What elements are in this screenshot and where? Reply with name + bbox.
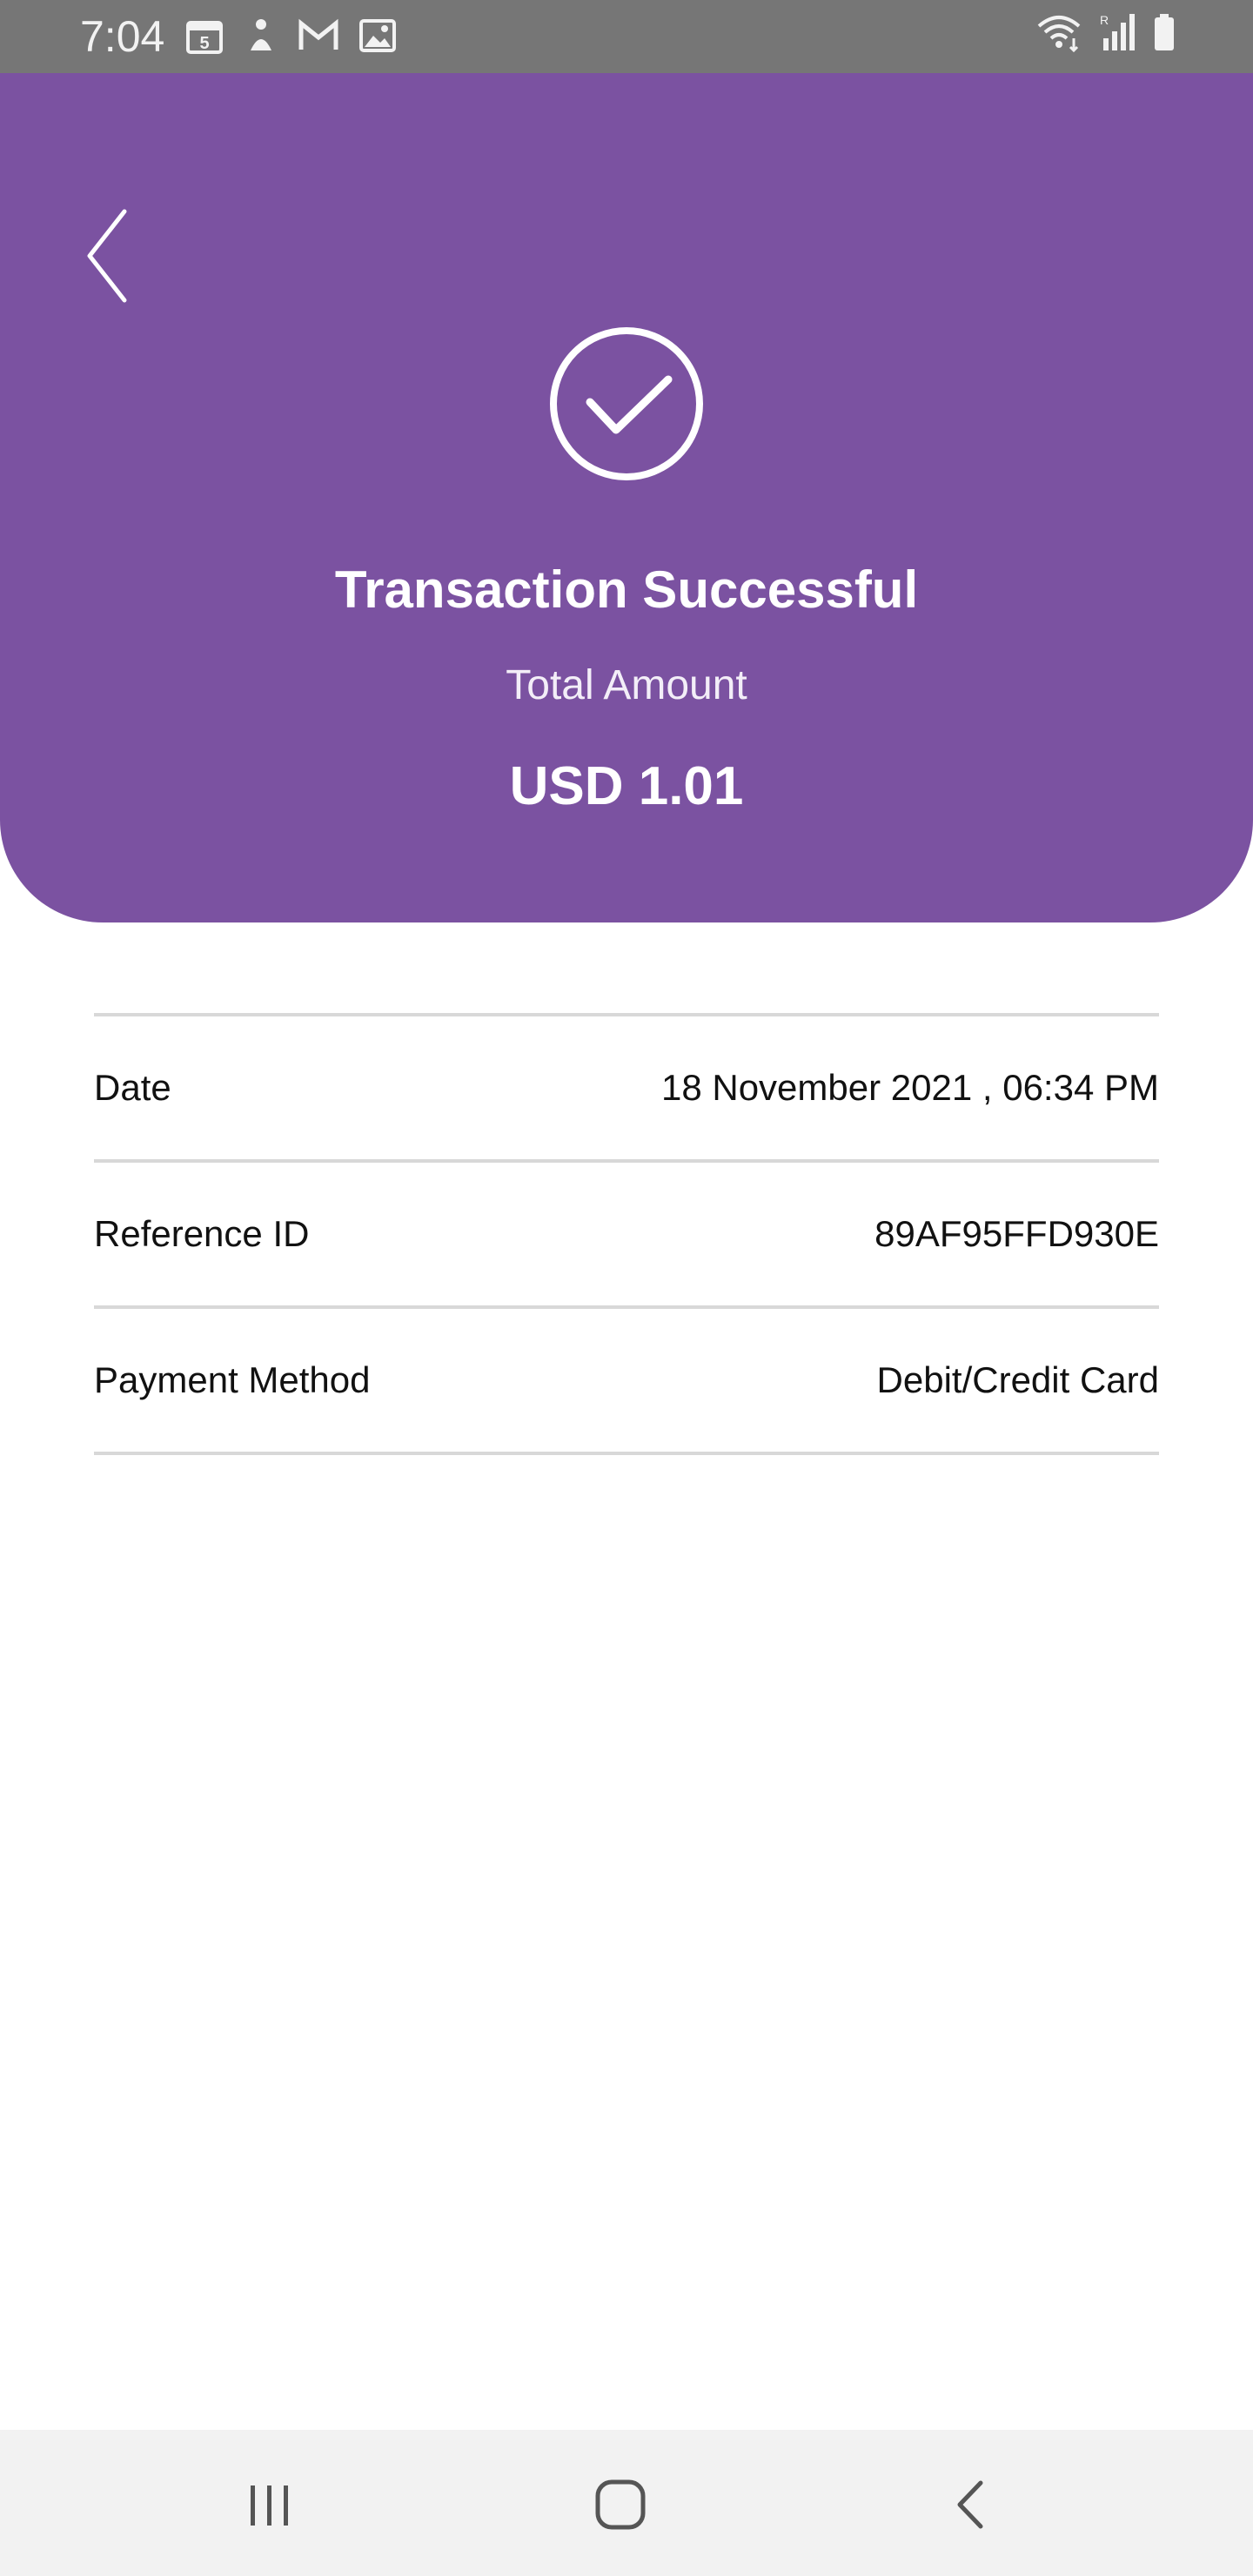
transaction-status-title: Transaction Successful	[334, 560, 919, 619]
recents-icon	[251, 2485, 288, 2526]
payment-method-label: Payment Method	[94, 1359, 371, 1400]
date-label: Date	[94, 1067, 171, 1108]
transaction-success-screen: 7:04 5 R Transaction Successful Total Am…	[0, 0, 1253, 2576]
transaction-header: Transaction Successful Total Amount USD …	[0, 73, 1253, 922]
check-circle-icon	[550, 327, 703, 480]
status-system-icons: R	[1035, 12, 1176, 52]
recents-button[interactable]	[218, 2461, 322, 2548]
reference-id-label: Reference ID	[94, 1213, 310, 1254]
gmail-icon	[298, 18, 339, 53]
signal-icon: R	[1098, 12, 1136, 52]
total-amount-label: Total Amount	[506, 662, 747, 708]
reference-id-value: 89AF95FFD930E	[874, 1213, 1159, 1254]
battery-icon	[1152, 12, 1176, 52]
back-icon	[957, 2480, 983, 2529]
payment-method-value: Debit/Credit Card	[876, 1359, 1159, 1400]
system-navigation-bar	[0, 2430, 1253, 2576]
gallery-icon	[358, 18, 397, 53]
svg-text:5: 5	[199, 34, 209, 53]
status-bar: 7:04 5 R	[0, 0, 1253, 73]
status-time: 7:04	[80, 12, 165, 61]
home-icon	[595, 2479, 646, 2530]
divider	[94, 1452, 1159, 1455]
back-button[interactable]	[70, 195, 148, 317]
transaction-details: Date 18 November 2021 , 06:34 PM Referen…	[94, 1013, 1159, 1455]
notification-app-icon	[244, 16, 278, 56]
calendar-icon: 5	[184, 16, 224, 56]
chevron-left-icon	[87, 209, 127, 303]
home-button[interactable]	[568, 2461, 673, 2548]
wifi-icon	[1035, 12, 1082, 52]
svg-text:R: R	[1100, 13, 1109, 27]
nav-back-button[interactable]	[919, 2461, 1023, 2548]
detail-row-payment-method: Payment Method Debit/Credit Card	[94, 1309, 1159, 1452]
status-notification-icons: 5	[184, 16, 397, 56]
detail-row-date: Date 18 November 2021 , 06:34 PM	[94, 1016, 1159, 1159]
total-amount-value: USD 1.01	[509, 756, 744, 816]
date-value: 18 November 2021 , 06:34 PM	[660, 1067, 1159, 1108]
detail-row-reference-id: Reference ID 89AF95FFD930E	[94, 1163, 1159, 1305]
